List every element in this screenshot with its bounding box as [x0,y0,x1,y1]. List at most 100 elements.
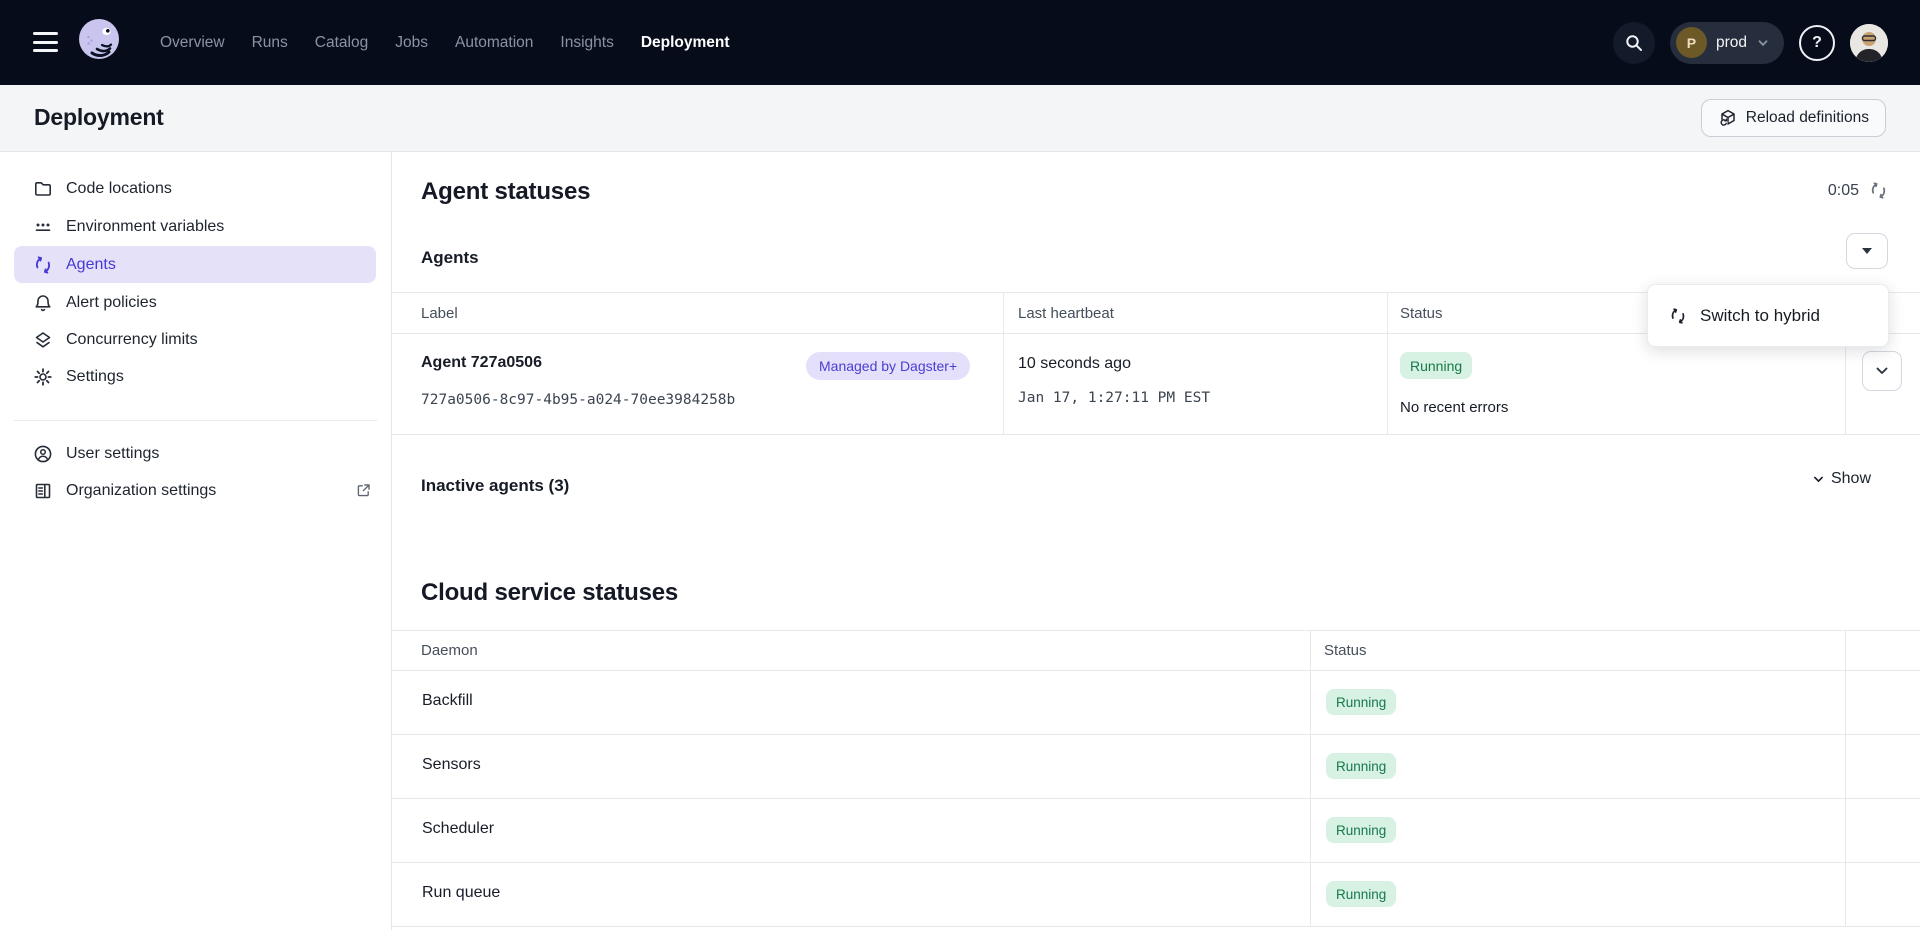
daemon-row-border [392,862,1920,863]
daemon-row-border [392,734,1920,735]
sidebar-item-label: Alert policies [66,294,157,312]
daemon-table-col-divider [1310,630,1311,926]
question-mark-icon: ? [1812,34,1822,52]
daemon-name: Sensors [422,756,481,774]
nav-catalog[interactable]: Catalog [315,34,368,52]
agent-row-expand-button[interactable] [1862,351,1902,391]
column-header-status: Status [1324,642,1367,659]
nav-deployment[interactable]: Deployment [641,34,730,52]
sidebar-divider [391,152,392,930]
sidebar-item-settings[interactable]: Settings [14,358,376,395]
reload-definitions-label: Reload definitions [1746,109,1869,127]
primary-nav: Overview Runs Catalog Jobs Automation In… [160,0,730,85]
agent-icon [1669,307,1687,325]
user-circle-icon [33,444,53,464]
sidebar-item-label: Agents [66,256,116,274]
agents-heading: Agents [421,248,479,268]
layers-icon [33,330,53,350]
agents-table-col-divider-2 [1387,292,1388,434]
nav-insights[interactable]: Insights [560,34,613,52]
cloud-service-statuses-title: Cloud service statuses [421,579,678,607]
agent-statuses-title: Agent statuses [421,178,590,206]
user-avatar[interactable] [1850,24,1888,62]
column-header-daemon: Daemon [421,642,478,659]
reload-package-icon [1718,108,1738,128]
agent-status-note: No recent errors [1400,399,1508,416]
page-header: Deployment Reload definitions [0,85,1920,152]
top-navbar: Overview Runs Catalog Jobs Automation In… [0,0,1920,85]
sidebar-item-label: User settings [66,445,159,463]
folder-icon [33,179,53,199]
column-header-last-heartbeat: Last heartbeat [1018,305,1114,322]
heartbeat-timestamp: Jan 17, 1:27:11 PM EST [1018,390,1210,406]
menu-item-label: Switch to hybrid [1700,306,1820,326]
sidebar-item-label: Environment variables [66,218,224,236]
search-icon [1624,33,1644,53]
search-button[interactable] [1613,22,1655,64]
column-header-status: Status [1400,305,1443,322]
sidebar-item-environment-variables[interactable]: Environment variables [14,208,376,245]
agent-id: 727a0506-8c97-4b95-a024-70ee3984258b [421,392,735,408]
sidebar-item-user-settings[interactable]: User settings [14,435,376,472]
page-title: Deployment [34,104,164,131]
sidebar-item-agents[interactable]: Agents [14,246,376,283]
reload-definitions-button[interactable]: Reload definitions [1701,99,1886,137]
bell-icon [33,293,53,313]
daemon-name: Run queue [422,884,500,902]
inactive-agents-heading: Inactive agents (3) [421,476,569,496]
agent-name: Agent 727a0506 [421,354,542,372]
agent-icon [33,255,53,275]
column-header-label: Label [421,305,458,322]
chevron-down-icon [1812,473,1825,486]
refresh-icon[interactable] [1869,181,1888,200]
workspace-avatar: P [1676,27,1707,58]
workspace-name: prod [1716,34,1747,52]
heartbeat-relative: 10 seconds ago [1018,355,1131,373]
env-vars-icon [33,217,53,237]
agent-actions-menu: Switch to hybrid [1647,284,1889,347]
daemon-table-bottom-border [392,926,1920,927]
sidebar-item-concurrency-limits[interactable]: Concurrency limits [14,321,376,358]
nav-overview[interactable]: Overview [160,34,225,52]
agents-table-col-divider-1 [1003,292,1004,434]
help-button[interactable]: ? [1799,25,1835,61]
navbar-right-cluster: P prod ? [1613,0,1888,85]
nav-runs[interactable]: Runs [252,34,288,52]
agent-actions-dropdown-button[interactable] [1846,233,1888,269]
refresh-countdown: 0:05 [1828,181,1888,200]
sidebar-item-label: Settings [66,368,124,386]
hamburger-menu-icon[interactable] [33,32,58,52]
daemon-status-badge: Running [1326,753,1396,779]
external-link-icon [355,482,372,499]
menu-item-switch-to-hybrid[interactable]: Switch to hybrid [1648,285,1888,346]
caret-down-icon [1862,248,1872,254]
daemon-table-right-border [1845,630,1846,926]
daemon-row-border [392,798,1920,799]
chevron-down-icon [1874,363,1890,379]
sidebar-item-organization-settings[interactable]: Organization settings [14,472,376,509]
daemon-status-badge: Running [1326,689,1396,715]
gear-icon [33,367,53,387]
show-label: Show [1831,470,1871,488]
sidebar-item-label: Organization settings [66,482,216,500]
daemon-name: Scheduler [422,820,494,838]
nav-jobs[interactable]: Jobs [395,34,428,52]
daemon-table-header-border [392,670,1920,671]
sidebar-section-divider [14,420,377,421]
daemon-status-badge: Running [1326,881,1396,907]
workspace-switcher[interactable]: P prod [1670,22,1784,64]
daemon-table-top-border [392,630,1920,631]
sidebar-item-label: Concurrency limits [66,331,198,349]
daemon-name: Backfill [422,692,473,710]
sidebar-item-alert-policies[interactable]: Alert policies [14,284,376,321]
organization-icon [33,481,53,501]
show-inactive-agents-toggle[interactable]: Show [1812,470,1871,488]
agent-status-badge: Running [1400,352,1472,379]
daemon-status-badge: Running [1326,817,1396,843]
deployment-page: Overview Runs Catalog Jobs Automation In… [0,0,1920,930]
sidebar-item-code-locations[interactable]: Code locations [14,170,376,207]
dagster-logo-icon[interactable] [76,17,122,63]
nav-automation[interactable]: Automation [455,34,533,52]
managed-badge: Managed by Dagster+ [806,352,970,380]
countdown-value: 0:05 [1828,182,1859,200]
